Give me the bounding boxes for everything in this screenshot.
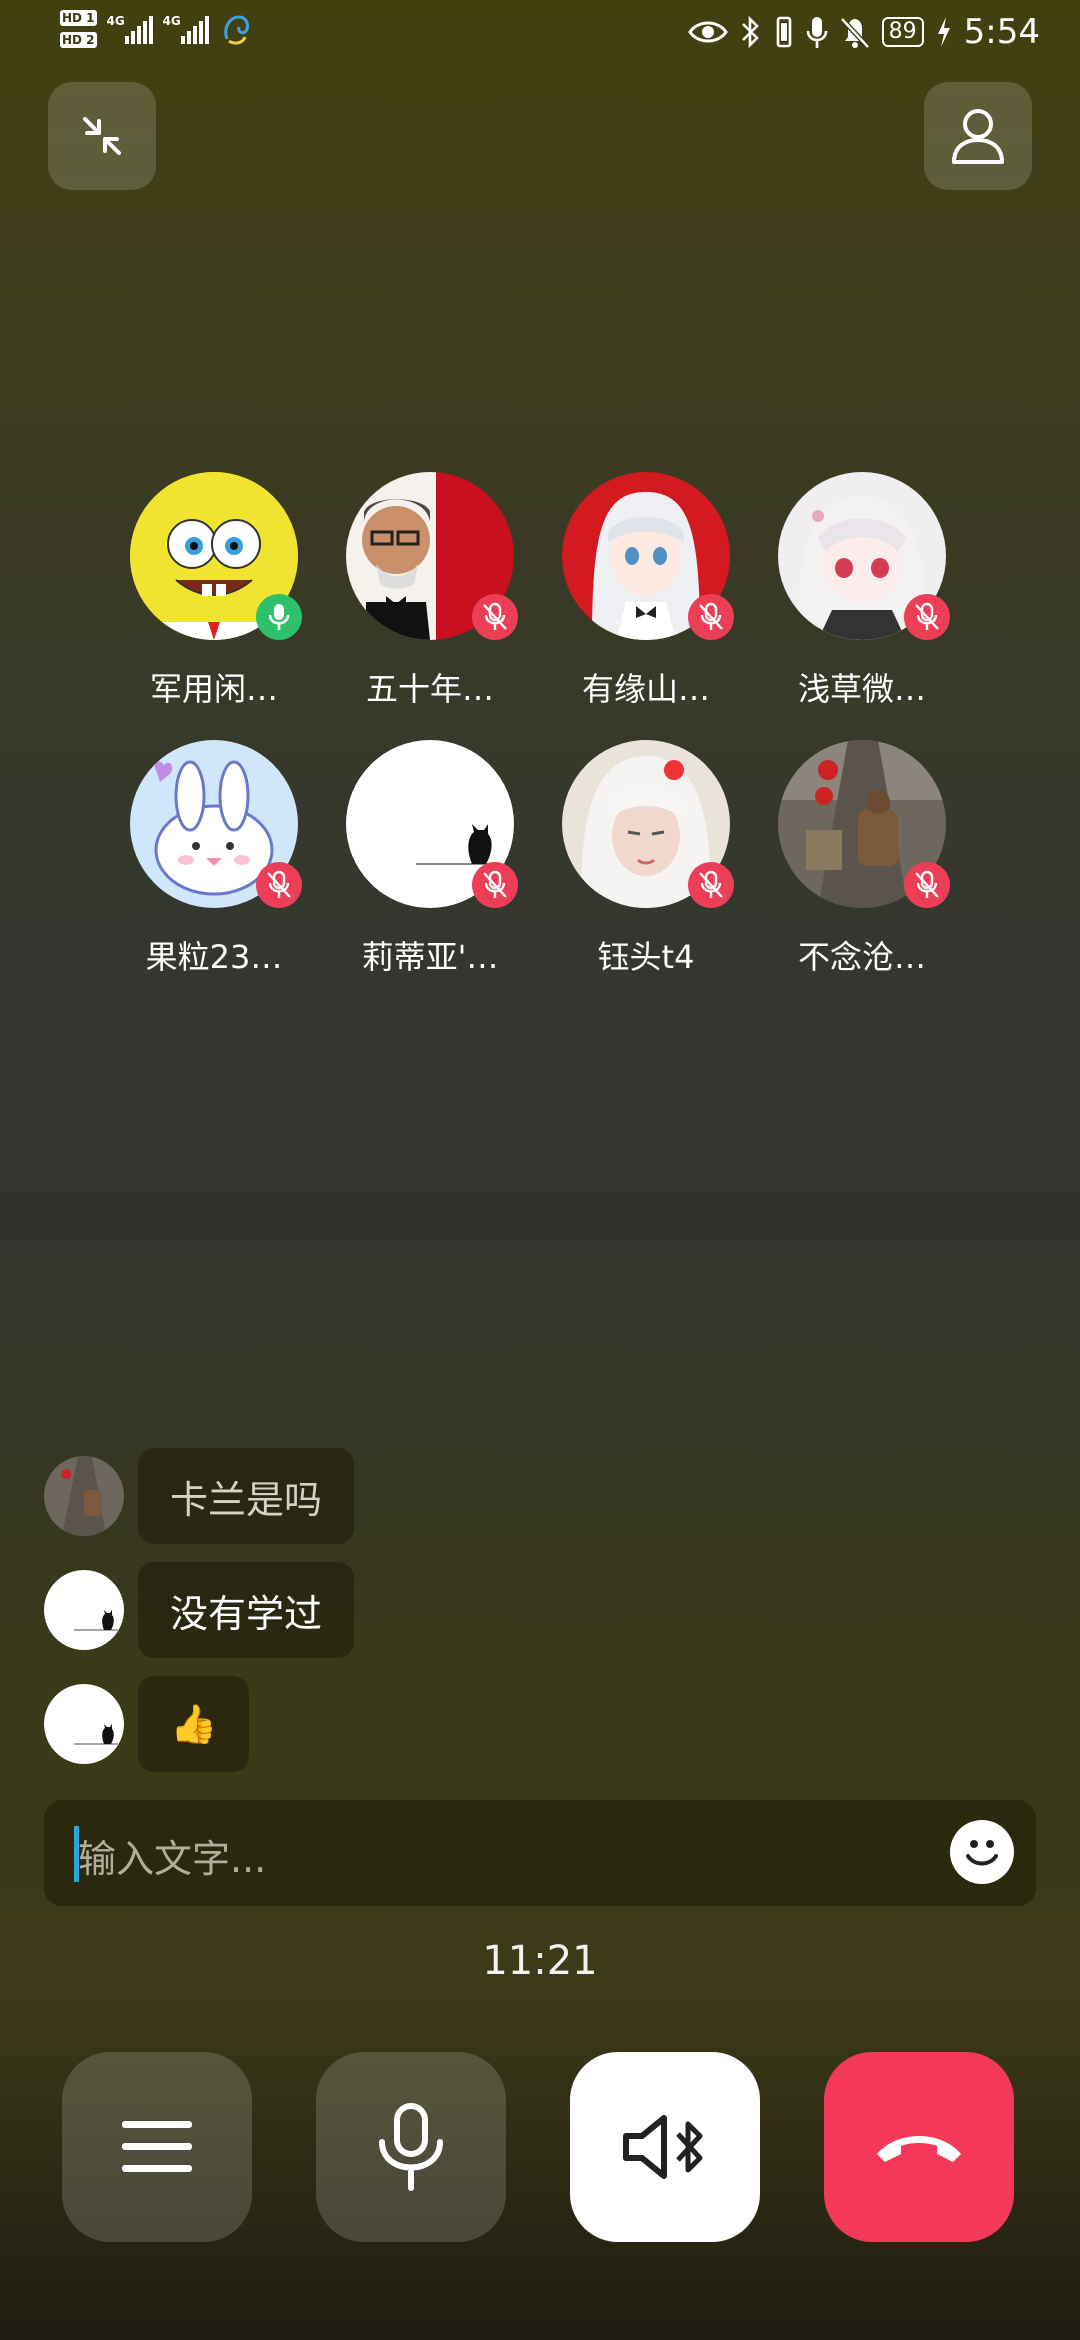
participant[interactable]: 果粒23… <box>130 740 302 978</box>
status-left: HD 1 HD 2 4G 4G <box>60 10 253 48</box>
chat-message: 卡兰是吗 <box>44 1446 1044 1546</box>
hang-up-icon <box>877 2136 961 2162</box>
participant-name: 果粒23… <box>145 938 283 976</box>
vibrate-icon <box>776 16 791 48</box>
battery-indicator: 89 <box>881 17 924 47</box>
call-timer: 11:21 <box>482 1938 598 1984</box>
bluetooth-icon <box>741 15 759 49</box>
mic-off-icon <box>699 602 723 630</box>
participant[interactable]: 有缘山… <box>562 472 734 710</box>
participant[interactable]: 不念沧… <box>778 740 950 978</box>
black-cat-avatar-image <box>44 1570 124 1650</box>
avatar[interactable] <box>778 740 950 908</box>
hang-up-button[interactable] <box>824 2052 1014 2242</box>
status-right: 89 5:54 <box>687 12 1040 52</box>
avatar[interactable] <box>778 472 950 640</box>
audio-output-button[interactable] <box>570 2052 760 2242</box>
avatar[interactable] <box>130 472 302 640</box>
mic-off-badge <box>904 862 950 908</box>
signal-icon-2: 4G <box>163 14 209 44</box>
app-notification-icon <box>223 15 249 45</box>
mic-on-badge <box>256 594 302 640</box>
mic-off-icon <box>915 870 939 898</box>
status-bar: HD 1 HD 2 4G 4G 89 5:54 <box>0 0 1080 80</box>
participant-name: 有缘山… <box>581 670 710 708</box>
participant-name: 钰头t4 <box>597 938 695 976</box>
participant-name: 军用闲… <box>149 670 278 708</box>
participant-name: 莉蒂亚'… <box>361 938 499 976</box>
message-bubble[interactable]: 👍 <box>138 1676 250 1772</box>
street-photo-avatar-image <box>44 1456 124 1536</box>
person-icon <box>952 109 1004 164</box>
mic-off-badge <box>472 594 518 640</box>
sim1-label: HD 1 <box>60 10 97 26</box>
mic-on-icon <box>268 604 290 630</box>
mic-status-icon <box>806 17 827 48</box>
message-input[interactable]: 输入文字... <box>44 1800 1036 1906</box>
chat-message: 👍 <box>44 1674 1044 1774</box>
participant[interactable]: 钰头t4 <box>562 740 734 978</box>
avatar[interactable] <box>130 740 302 908</box>
participant-grid: 军用闲… 五十年… 有缘山… 浅草微… 果粒23… 莉蒂亚'… 钰头t4 不念沧… <box>130 472 950 978</box>
participant[interactable]: 浅草微… <box>778 472 950 710</box>
participant[interactable]: 莉蒂亚'… <box>346 740 518 978</box>
mic-off-badge <box>904 594 950 640</box>
participant-name: 不念沧… <box>797 938 926 976</box>
participant[interactable]: 五十年… <box>346 472 518 710</box>
participant-name: 浅草微… <box>797 670 926 708</box>
network-label-2: 4G <box>162 14 181 28</box>
message-bubble[interactable]: 卡兰是吗 <box>138 1448 355 1544</box>
clock: 5:54 <box>963 12 1040 52</box>
participant-name: 五十年… <box>365 670 494 708</box>
mic-off-badge <box>256 862 302 908</box>
mic-off-badge <box>472 862 518 908</box>
input-placeholder: 输入文字... <box>78 1837 267 1881</box>
mic-off-icon <box>915 602 939 630</box>
shrink-arrows-icon <box>83 117 121 155</box>
mic-off-badge <box>688 594 734 640</box>
emoji-button[interactable] <box>950 1820 1014 1884</box>
avatar[interactable] <box>346 472 518 640</box>
avatar[interactable] <box>562 740 734 908</box>
participant[interactable]: 军用闲… <box>130 472 302 710</box>
mic-off-icon <box>483 870 507 898</box>
mic-off-icon <box>483 602 507 630</box>
eye-icon <box>687 21 728 43</box>
charging-icon <box>937 17 950 47</box>
menu-button[interactable] <box>62 2052 252 2242</box>
avatar[interactable] <box>346 740 518 908</box>
mic-off-icon <box>267 870 291 898</box>
chat-list: 卡兰是吗 没有学过 👍 <box>44 1446 1044 1788</box>
minimize-button[interactable] <box>48 82 156 190</box>
mic-off-icon <box>699 870 723 898</box>
signal-icon-1: 4G <box>107 14 153 44</box>
menu-icon <box>122 2121 192 2172</box>
avatar[interactable] <box>562 472 734 640</box>
message-bubble[interactable]: 没有学过 <box>138 1562 355 1658</box>
chat-message: 没有学过 <box>44 1560 1044 1660</box>
smiley-icon <box>966 1840 998 1866</box>
avatar[interactable] <box>44 1456 124 1536</box>
mic-off-badge <box>688 862 734 908</box>
microphone-icon <box>379 2103 443 2191</box>
avatar[interactable] <box>44 1570 124 1650</box>
avatar[interactable] <box>44 1684 124 1764</box>
network-label-1: 4G <box>106 14 125 28</box>
profile-button[interactable] <box>924 82 1032 190</box>
microphone-button[interactable] <box>316 2052 506 2242</box>
black-cat-avatar-image <box>44 1684 124 1764</box>
speaker-bluetooth-icon <box>623 2115 703 2179</box>
mute-bell-icon <box>839 17 870 49</box>
sim2-label: HD 2 <box>60 32 97 48</box>
